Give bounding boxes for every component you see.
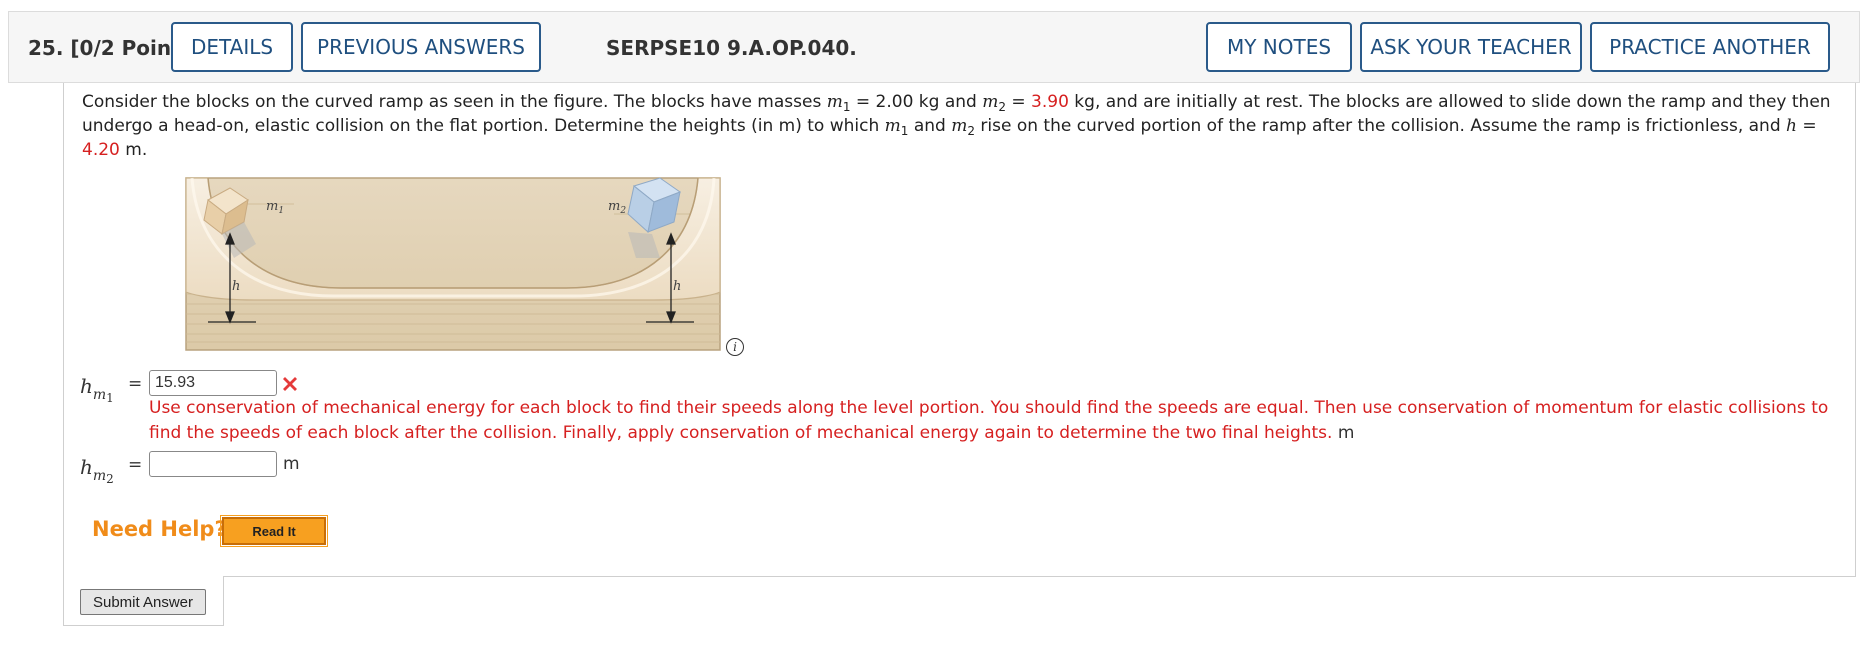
prompt-text: rise on the curved portion of the ramp a… — [974, 116, 1787, 136]
prompt-text: = — [1796, 116, 1817, 136]
my-notes-button[interactable]: MY NOTES — [1206, 22, 1352, 72]
var-m1: m — [826, 92, 843, 112]
ramp-figure: m1 m2 h h — [185, 177, 721, 351]
prompt-text: and — [908, 116, 952, 136]
feedback-text: Use conservation of mechanical energy fo… — [149, 398, 1829, 443]
question-id: SERPSE10 9.A.OP.040. — [606, 36, 857, 60]
var-m2-sub: 2 — [998, 100, 1006, 114]
hm2-equals: = — [128, 455, 143, 475]
need-help-label: Need Help? — [92, 517, 227, 541]
m2-value: 3.90 — [1031, 92, 1069, 112]
details-button[interactable]: DETAILS — [171, 22, 293, 72]
incorrect-x-icon — [283, 377, 297, 391]
hm1-answer-input[interactable] — [149, 370, 277, 396]
submit-answer-button[interactable]: Submit Answer — [80, 589, 206, 615]
h-value: 4.20 — [82, 140, 120, 160]
read-it-button[interactable]: Read It — [220, 515, 328, 547]
previous-answers-button[interactable]: PREVIOUS ANSWERS — [301, 22, 541, 72]
hm1-equals: = — [128, 374, 143, 394]
label-h-right: h — [673, 279, 681, 294]
question-number: 25. — [28, 36, 64, 60]
practice-another-button[interactable]: PRACTICE ANOTHER — [1590, 22, 1830, 72]
hm2-label: hm2 — [80, 455, 114, 486]
var-m2: m — [951, 116, 968, 136]
label-h-left: h — [232, 279, 240, 294]
var-m1: m — [884, 116, 901, 136]
feedback-message: Use conservation of mechanical energy fo… — [149, 396, 1849, 446]
info-icon[interactable]: i — [726, 338, 744, 356]
prompt-text: Consider the blocks on the curved ramp a… — [82, 92, 827, 112]
hm1-label: hm1 — [80, 374, 114, 405]
ask-your-teacher-button[interactable]: ASK YOUR TEACHER — [1360, 22, 1582, 72]
prompt-text: = 2.00 kg and — [850, 92, 983, 112]
var-h: h — [1786, 116, 1797, 136]
prompt-text: m. — [119, 140, 148, 160]
hm2-answer-input[interactable] — [149, 451, 277, 477]
question-prompt: Consider the blocks on the curved ramp a… — [82, 90, 1842, 162]
question-header: 25. [0/2 Points] DETAILS PREVIOUS ANSWER… — [8, 11, 1860, 83]
var-m2-sub: 2 — [967, 124, 975, 138]
hm1-unit: m — [1337, 423, 1355, 443]
prompt-text: = — [1005, 92, 1032, 112]
var-m2: m — [982, 92, 999, 112]
hm2-unit: m — [283, 454, 300, 474]
